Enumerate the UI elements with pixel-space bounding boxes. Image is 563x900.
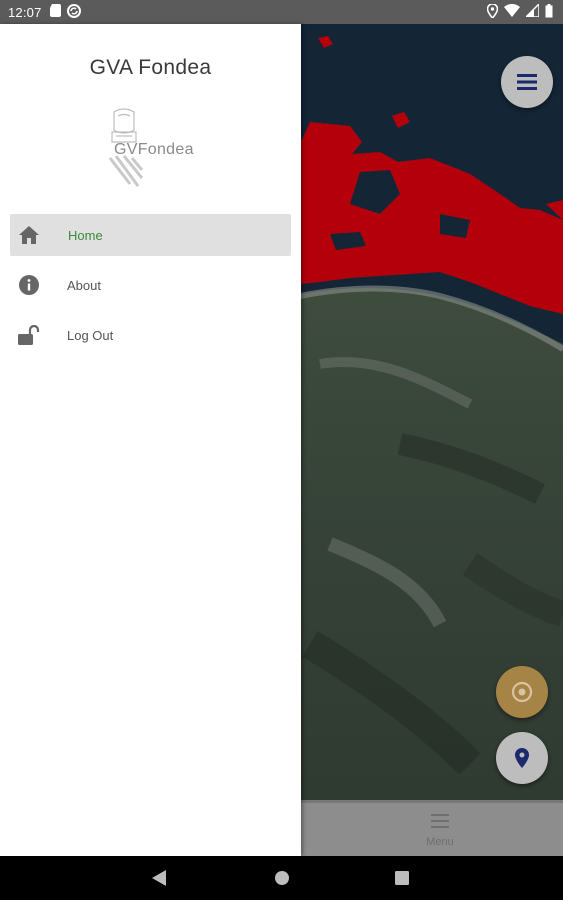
drawer-item-label: Home [68, 227, 103, 243]
drawer-menu-list: Home About Log Out [10, 214, 291, 364]
signal-icon [524, 2, 540, 20]
drawer-item-about[interactable]: About [10, 264, 291, 306]
recent-apps-icon[interactable] [395, 871, 409, 890]
back-icon[interactable] [152, 870, 166, 891]
drawer-item-label: Log Out [67, 327, 114, 343]
system-navigation-bar [0, 856, 563, 900]
drawer-item-logout[interactable]: Log Out [10, 314, 291, 356]
drawer-scrim[interactable] [301, 24, 563, 856]
sync-icon [66, 3, 81, 21]
battery-icon [545, 3, 553, 21]
home-icon [18, 224, 40, 246]
drawer-item-home[interactable]: Home [10, 214, 291, 256]
drawer-title: GVA Fondea [89, 56, 212, 79]
sd-card-icon [49, 4, 61, 20]
unlock-icon [18, 324, 40, 346]
navigation-drawer: GVA Fondea GVFondea Home About Log Out [0, 24, 301, 856]
status-time: 12:07 [8, 4, 42, 20]
wifi-icon [504, 3, 520, 20]
location-icon [486, 2, 499, 21]
drawer-item-label: About [67, 277, 101, 293]
info-icon [18, 274, 40, 296]
home-circle-icon[interactable] [274, 870, 290, 891]
logo-text: GVFondea [114, 141, 194, 158]
status-bar: 12:07 [0, 0, 563, 24]
